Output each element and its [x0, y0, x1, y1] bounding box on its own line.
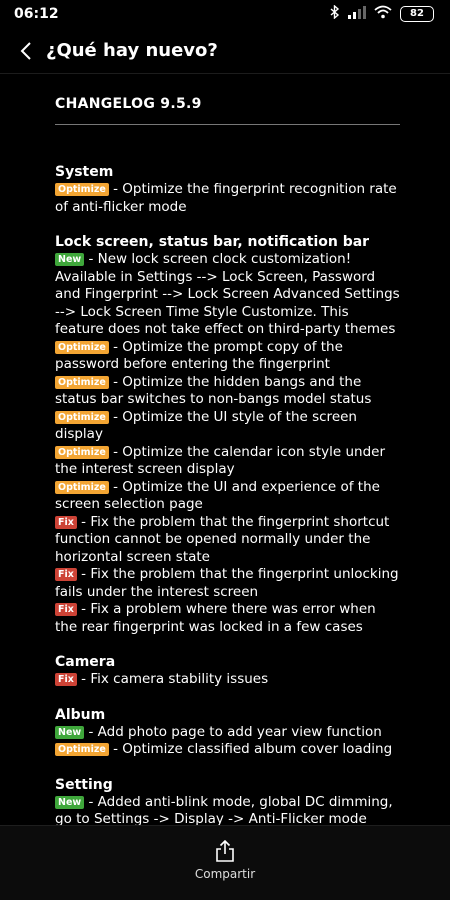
section-title: Camera: [55, 654, 116, 670]
back-button[interactable]: [14, 39, 38, 63]
changelog-entry: Fix - Fix the problem that the fingerpri…: [55, 514, 400, 567]
entry-text: - Add photo page to add year view functi…: [84, 723, 382, 740]
changelog-entry: Optimize - Optimize the UI and experienc…: [55, 479, 400, 514]
battery-icon: 82: [400, 6, 434, 22]
signal-icon: [348, 5, 366, 23]
changelog-entry: New - Added anti-blink mode, global DC d…: [55, 793, 400, 827]
changelog-section: Lock screen, status bar, notification ba…: [55, 233, 400, 636]
app-header: ¿Qué hay nuevo?: [0, 28, 450, 74]
status-icons: 82: [330, 4, 434, 23]
fix-badge: Fix: [55, 673, 77, 686]
changelog-version: CHANGELOG 9.5.9: [55, 96, 400, 125]
changelog-entry: Optimize - Optimize the calendar icon st…: [55, 444, 400, 479]
optimize-badge: Optimize: [55, 183, 109, 196]
changelog-section: Camera Fix - Fix camera stability issues: [55, 653, 400, 689]
entry-text: - New lock screen clock customization! A…: [55, 251, 400, 337]
fix-badge: Fix: [55, 515, 77, 529]
changelog-entry: Optimize - Optimize the hidden bangs and…: [55, 374, 400, 409]
section-title: System: [55, 164, 114, 180]
share-label: Compartir: [194, 867, 256, 881]
new-badge: New: [55, 253, 85, 266]
optimize-badge: Optimize: [55, 340, 109, 354]
changelog-entry: Fix - Fix a problem where there was erro…: [55, 601, 400, 636]
optimize-badge: Optimize: [55, 410, 109, 424]
entry-text: - Fix the problem that the fingerprint u…: [55, 566, 399, 600]
wifi-icon: [374, 5, 392, 23]
share-icon: [216, 840, 234, 862]
share-button[interactable]: Compartir: [195, 840, 255, 900]
changelog-entry: Optimize - Optimize the UI style of the …: [55, 409, 400, 444]
section-title: Lock screen, status bar, notification ba…: [55, 234, 370, 250]
optimize-badge: Optimize: [55, 375, 109, 389]
section-title: Setting: [55, 776, 113, 793]
entry-text: - Added anti-blink mode, global DC dimmi…: [55, 793, 393, 827]
changelog-entry: Optimize - Optimize the fingerprint reco…: [55, 181, 400, 216]
bottom-bar: Compartir: [0, 825, 450, 900]
entry-text: - Fix the problem that the fingerprint s…: [55, 513, 390, 565]
optimize-badge: Optimize: [55, 480, 109, 494]
status-time: 06:12: [14, 6, 59, 22]
optimize-badge: Optimize: [55, 445, 109, 459]
changelog-entry: Fix - Fix the problem that the fingerpri…: [55, 566, 400, 601]
changelog-section: System Optimize - Optimize the fingerprin…: [55, 163, 400, 216]
fix-badge: Fix: [55, 568, 77, 581]
changelog-entry: Optimize - Optimize the prompt copy of t…: [55, 339, 400, 374]
entry-text: - Fix camera stability issues: [76, 671, 269, 687]
chevron-left-icon: [20, 41, 31, 60]
optimize-badge: Optimize: [55, 743, 109, 756]
changelog-sections: System Optimize - Optimize the fingerprin…: [55, 163, 400, 826]
changelog-section: Setting New - Added anti-blink mode, glob…: [55, 776, 400, 827]
changelog-section: Album New - Add photo page to add year vi…: [55, 706, 400, 759]
changelog-entry: Fix - Fix camera stability issues: [55, 671, 400, 689]
section-title: Album: [55, 706, 106, 723]
entry-text: - Fix a problem where there was error wh…: [55, 601, 376, 635]
changelog-entry: Optimize - Optimize classified album cov…: [55, 741, 400, 759]
entry-text: - Optimize classified album cover loadin…: [108, 741, 393, 757]
bluetooth-icon: [330, 4, 340, 23]
changelog-entry: New - New lock screen clock customizatio…: [55, 251, 400, 339]
page-title: ¿Qué hay nuevo?: [46, 40, 218, 61]
new-badge: New: [55, 725, 85, 739]
new-badge: New: [55, 795, 85, 809]
changelog-content[interactable]: CHANGELOG 9.5.9 System Optimize - Optimiz…: [55, 74, 400, 826]
status-bar: 06:12 82: [0, 0, 450, 28]
changelog-entry: New - Add photo page to add year view fu…: [55, 724, 400, 742]
fix-badge: Fix: [55, 603, 77, 616]
